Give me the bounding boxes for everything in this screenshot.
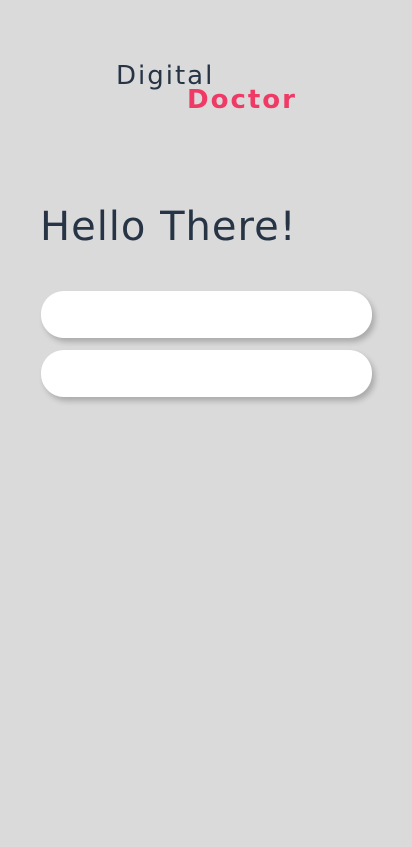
login-field-1[interactable] [41, 291, 372, 338]
logo-text-doctor: Doctor [187, 85, 297, 115]
greeting-heading: Hello There! [40, 204, 297, 250]
app-logo: Digital Doctor [116, 58, 306, 118]
login-field-2[interactable] [41, 350, 372, 397]
